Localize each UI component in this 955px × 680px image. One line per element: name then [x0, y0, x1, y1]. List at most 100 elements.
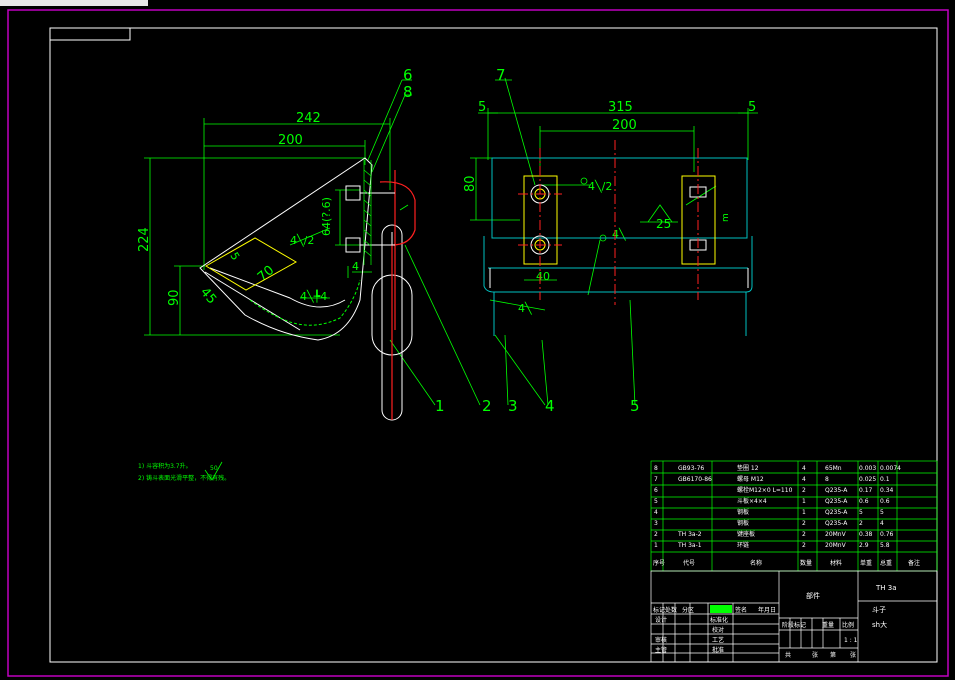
bom-cell-no: 5	[654, 498, 658, 505]
bom-cell-w2: 5	[880, 509, 884, 516]
note-line-1: 1) 斗容积为3.7升。	[138, 462, 192, 470]
bom-header-weight-total: 总重	[880, 559, 892, 567]
balloon-4: 4	[545, 397, 555, 415]
bom-cell-name: 键座板	[737, 530, 755, 538]
tb-date: 年月日	[758, 606, 776, 614]
bom-cell-qty: 2	[802, 487, 806, 494]
tb-audit: 主管	[655, 646, 667, 654]
tb-signature: 签名	[735, 606, 747, 614]
bom-cell-qty: 4	[802, 476, 806, 483]
bom-cell-w2: 0.76	[880, 531, 894, 538]
bom-cell-w1: 2	[859, 520, 863, 527]
bom-cell-w2: 0.6	[880, 498, 890, 505]
bom-cell-w1: 0.38	[859, 531, 873, 538]
bom-cell-no: 8	[654, 465, 658, 472]
tb-subname: 部件	[806, 591, 820, 600]
tb-sheet-no: 第	[830, 651, 836, 659]
dim-242: 242	[296, 111, 321, 126]
bom-cell-no: 1	[654, 542, 658, 549]
bom-cell-w1: 0.025	[859, 476, 876, 483]
bom-header-qty: 数量	[800, 559, 812, 567]
bom-cell-material: 8	[825, 476, 829, 483]
dim-80: 80	[463, 175, 478, 192]
bom-cell-name: 垫圈 12	[737, 464, 759, 472]
note-line-2: 2) 铸斗表面光滑平整，不得有残。	[138, 474, 230, 482]
bom-cell-code: TH 3a-2	[677, 531, 702, 538]
bom-cell-code: GB93-76	[678, 465, 704, 472]
bom-cell-name: 斗板×4×4	[737, 497, 767, 505]
tb-check: 审核	[655, 636, 667, 644]
tb-proof: 校对	[712, 626, 724, 634]
bom-cell-w1: 2.9	[859, 542, 869, 549]
bom-cell-w1: 5	[859, 509, 863, 516]
side-view: 242 200 224 90 64(?.6) 4 45 70 5 4╲/2 4╲…	[137, 79, 481, 421]
dim-5-left: 5	[478, 100, 486, 115]
bom-cell-qty: 2	[802, 542, 806, 549]
dim-4-plate: 4	[352, 260, 359, 273]
bom-cell-material: Q235-A	[825, 520, 848, 527]
bom-cell-name: 螺母 M12	[737, 475, 764, 483]
bom-cell-qty: 1	[802, 509, 806, 516]
bom-cell-w2: 0.1	[880, 476, 890, 483]
bom-cell-no: 7	[654, 476, 658, 483]
tb-stage-mark: 阶段标记	[782, 621, 806, 629]
bom-cell-no: 6	[654, 487, 658, 494]
dim-200-side: 200	[278, 133, 303, 148]
bom-cell-material: 20MnV	[825, 531, 847, 538]
tb-weight: 重量	[822, 621, 834, 629]
technical-notes: 1) 斗容积为3.7升。 2) 铸斗表面光滑平整，不得有残。 50	[138, 461, 230, 482]
bom-cell-qty: 2	[802, 520, 806, 527]
tb-scale: 1 : 1	[844, 637, 858, 644]
dim-315: 315	[608, 100, 633, 115]
bom-table: 8 GB93-76 垫圈 12 4 65Mn 0.003 0.0074 7 GB6170-86 螺…	[650, 460, 938, 572]
dim-90: 90	[167, 289, 182, 306]
bom-cell-qty: 1	[802, 498, 806, 505]
dim-224: 224	[137, 227, 152, 252]
bom-cell-material: 65Mn	[825, 465, 842, 472]
bom-cell-no: 4	[654, 509, 658, 516]
bom-cell-no: 2	[654, 531, 658, 538]
drawing-code-box	[49, 27, 131, 41]
bom-cell-name: 环链	[737, 541, 749, 549]
weld-front-3: 4╲	[518, 301, 533, 315]
tb-approve: 批准	[712, 646, 724, 654]
bom-cell-name: 钢板	[737, 519, 749, 527]
bom-header-code: 代号	[683, 559, 695, 567]
weld-symbol-1: 4╲/2	[290, 233, 314, 247]
weld-front-2: 4╲	[612, 227, 627, 241]
tb-sheets: 张	[812, 651, 818, 659]
weld-symbol-2: 4╲╄4	[300, 289, 327, 303]
balloon-1: 1	[435, 397, 445, 415]
bom-header-note: 备注	[908, 559, 920, 567]
bom-cell-material: Q235-A	[825, 498, 848, 505]
bom-cell-qty: 4	[802, 465, 806, 472]
bom-cell-no: 3	[654, 520, 658, 527]
balloon-7: 7	[496, 66, 506, 84]
bom-cell-w1: 0.6	[859, 498, 869, 505]
tb-part-name: 斗子	[872, 606, 886, 614]
bom-cell-material: 20MnV	[825, 542, 847, 549]
tb-count: 处数	[665, 606, 677, 614]
title-block: 标记 处数 分区 签名 年月日 设计 标准化 校对 审核 工艺 主管 批准 阶段…	[650, 570, 938, 663]
dim-45: 45	[197, 285, 219, 307]
tb-sheets-total: 共	[785, 651, 791, 659]
front-view: 315 200 5 5 80 40 4╲/2 4╲ 4╲ 25 m	[463, 77, 758, 406]
tb-sheet: 张	[850, 651, 856, 659]
bom-cell-name: 螺栓M12×0 L=110	[737, 486, 793, 494]
balloon-8: 8	[403, 83, 413, 101]
tb-design: 设计	[655, 616, 667, 624]
roughness-25: 25	[656, 217, 671, 231]
bom-header-no: 序号	[653, 559, 665, 567]
tb-process: 工艺	[712, 636, 724, 644]
bom-cell-material: Q235-A	[825, 487, 848, 494]
bom-cell-code: GB6170-86	[678, 476, 712, 483]
bom-cell-material: Q235-A	[825, 509, 848, 516]
tb-school: sh大	[872, 620, 887, 629]
dim-5-right: 5	[748, 100, 756, 115]
balloon-2: 2	[482, 397, 492, 415]
bom-header-weight-single: 单重	[860, 559, 872, 567]
balloon-3: 3	[508, 397, 518, 415]
small-dim-m: m	[721, 213, 731, 222]
tb-standard: 标准化	[710, 616, 728, 624]
bom-cell-w1: 0.003	[859, 465, 876, 472]
